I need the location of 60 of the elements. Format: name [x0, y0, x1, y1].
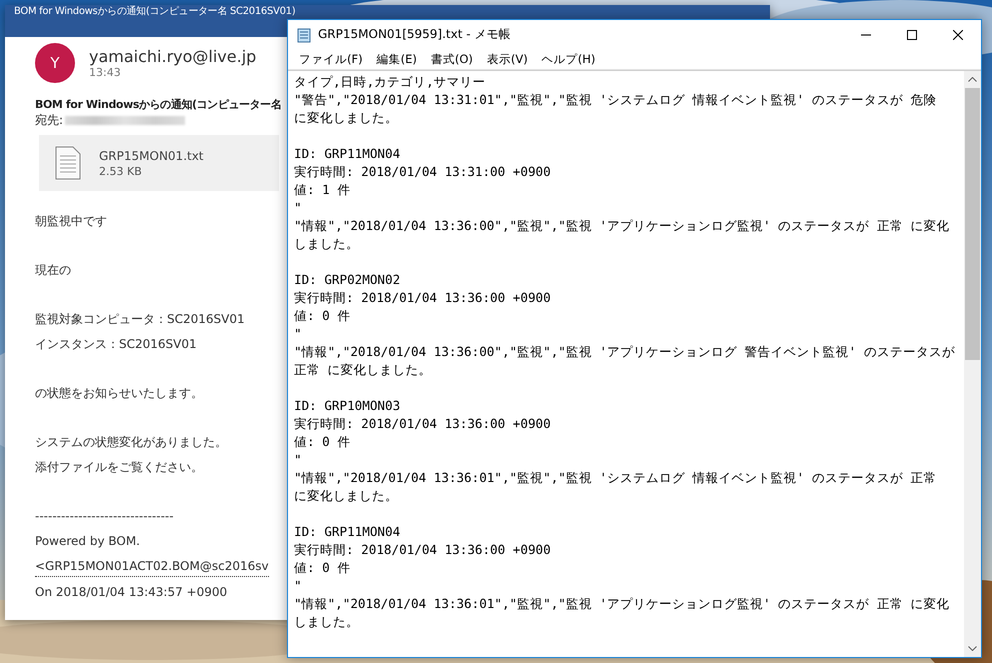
text-line: "情報","2018/01/04 13:36:00","監視","監視 'アプリケーションログ監視' のステータスが 正常 に変化 — [294, 217, 950, 235]
avatar: Y — [35, 43, 75, 83]
text-line: ID: GRP10MON03 — [294, 397, 400, 415]
text-line: に変化しました。 — [294, 109, 398, 127]
text-line: に変化しました。 — [294, 487, 398, 505]
body-text: On 2018/01/04 13:43:57 +0900 — [35, 584, 228, 601]
text-line: "警告","2018/01/04 13:31:01","監視","監視 'システムログ 情報イベント監視' のステータスが 危険 — [294, 91, 936, 109]
text-line: ID: GRP02MON02 — [294, 271, 400, 289]
sender-address: yamaichi.ryo@live.jp — [89, 47, 256, 66]
body-text: 添付ファイルをご覧ください。 — [35, 459, 204, 476]
body-text: インスタンス：SC2016SV01 — [35, 336, 198, 353]
body-text: 現在の — [35, 262, 72, 279]
attachment-name: GRP15MON01.txt — [99, 148, 204, 162]
menu-item[interactable]: 表示(V) — [480, 52, 535, 66]
text-line: 正常 に変化しました。 — [294, 361, 432, 379]
text-line: 実行時間: 2018/01/04 13:31:00 +0900 — [294, 163, 551, 181]
text-line: ID: GRP11MON04 — [294, 523, 400, 541]
body-text: -------------------------------- — [35, 508, 175, 525]
notepad-icon — [296, 26, 312, 42]
body-text: 朝監視中です — [35, 213, 108, 230]
chevron-up-icon — [968, 77, 977, 82]
text-line: 値: 1 件 — [294, 181, 350, 199]
attachment-card[interactable]: GRP15MON01.txt 2.53 KB — [39, 135, 279, 191]
menu-item[interactable]: ファイル(F) — [292, 52, 370, 66]
body-text: システムの状態変化がありました。 — [35, 434, 228, 451]
text-line: しました。 — [294, 235, 359, 253]
text-line: "情報","2018/01/04 13:36:01","監視","監視 'アプリケーションログ監視' のステータスが 正常 に変化 — [294, 595, 950, 613]
maximize-icon — [907, 30, 917, 40]
recipient-label: 宛先: — [35, 112, 64, 129]
text-line: " — [294, 577, 302, 595]
close-icon — [953, 30, 963, 40]
body-text: 監視対象コンピュータ：SC2016SV01 — [35, 311, 246, 328]
text-line: " — [294, 451, 302, 469]
body-text: の状態をお知らせいたします。 — [35, 385, 204, 402]
text-line: 値: 0 件 — [294, 307, 350, 325]
text-line: 値: 0 件 — [294, 559, 350, 577]
text-line: 実行時間: 2018/01/04 13:36:00 +0900 — [294, 541, 551, 559]
sent-time: 13:43 — [89, 66, 122, 79]
menu-item[interactable]: ヘルプ(H) — [534, 52, 602, 66]
window-title: GRP15MON01[5959].txt - メモ帳 — [318, 26, 512, 43]
body-text: Powered by BOM. — [35, 533, 141, 550]
text-line: "情報","2018/01/04 13:36:00","監視","監視 'アプリケーションログ 警告イベント監視' のステータスが — [294, 343, 955, 361]
window-title: BOM for Windowsからの通知(コンピューター名 SC2016SV01) — [14, 6, 296, 18]
text-line: "情報","2018/01/04 13:36:01","監視","監視 'システムログ 情報イベント監視' のステータスが 正常 — [294, 469, 936, 487]
text-line: 値: 0 件 — [294, 433, 350, 451]
menu-item[interactable]: 書式(O) — [424, 52, 480, 66]
text-line: しました。 — [294, 613, 359, 631]
attachment-size: 2.53 KB — [99, 164, 143, 178]
document-icon — [55, 146, 81, 180]
text-line: 実行時間: 2018/01/04 13:36:00 +0900 — [294, 289, 551, 307]
menu-item[interactable]: 編集(E) — [370, 52, 424, 66]
scrollbar-thumb[interactable] — [965, 88, 980, 360]
text-line: 実行時間: 2018/01/04 13:36:00 +0900 — [294, 415, 551, 433]
text-line: ID: GRP11MON04 — [294, 145, 400, 163]
text-line: " — [294, 199, 302, 217]
text-line: " — [294, 325, 302, 343]
chevron-down-icon — [968, 646, 977, 651]
text-line: タイプ,日時,カテゴリ,サマリー — [294, 73, 486, 91]
email-link[interactable]: <GRP15MON01ACT02.BOM@sc2016sv — [35, 556, 269, 577]
subject: BOM for Windowsからの通知(コンピューター名 — [35, 97, 282, 112]
